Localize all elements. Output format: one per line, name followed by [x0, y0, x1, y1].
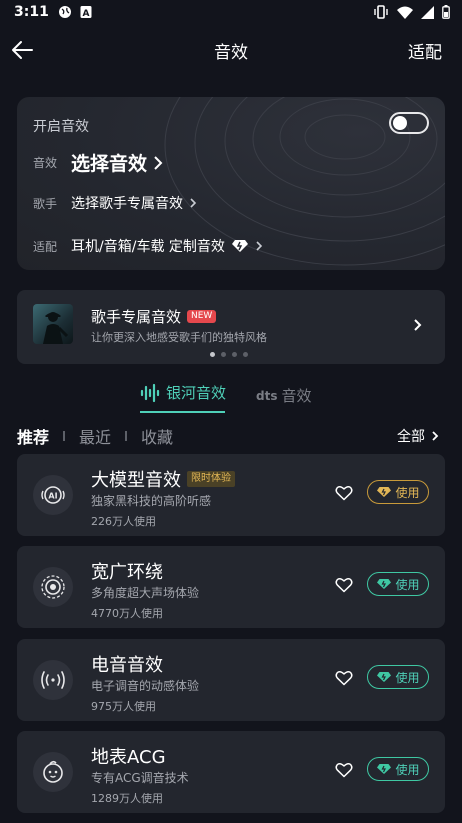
adapt-device-row[interactable]: 适配 耳机/音箱/车载 定制音效: [33, 236, 263, 256]
effect-card[interactable]: AI 大模型音效 限时体验 独家黑科技的高阶听感 226万人使用 使用: [17, 454, 445, 536]
singer-value: 选择歌手专属音效: [71, 196, 184, 212]
sound-effect-card: 开启音效 音效 选择音效 歌手 选择歌手专属音效 适配 耳机/音箱/车载 定制音…: [17, 97, 445, 270]
vip-diamond-icon: [376, 578, 392, 590]
page-dot: [232, 352, 237, 357]
banner-thumbnail: [33, 304, 73, 344]
effect-user-count: 4770万人使用: [91, 607, 163, 620]
use-button[interactable]: 使用: [367, 480, 429, 504]
effect-description: 电子调音的动感体验: [91, 679, 200, 693]
heart-icon[interactable]: [335, 577, 353, 593]
toggle-knob: [393, 116, 407, 130]
limited-trial-badge: 限时体验: [187, 471, 235, 487]
font-icon: A: [80, 6, 92, 19]
enable-effect-label: 开启音效: [33, 119, 89, 135]
page-dot: [243, 352, 248, 357]
dts-logo: dts: [256, 388, 278, 403]
category-tabs: 推荐 最近 收藏 全部: [17, 424, 445, 448]
battery-icon: [442, 5, 450, 19]
wifi-icon: [397, 6, 413, 19]
tab-dts-effect[interactable]: dts 音效: [256, 385, 311, 406]
tab-favorites[interactable]: 收藏: [141, 424, 173, 448]
effect-name: 宽广环绕: [91, 562, 163, 583]
active-tab-underline: [140, 411, 225, 413]
new-badge: NEW: [187, 310, 217, 323]
effect-label: 音效: [33, 156, 58, 170]
effect-source-tabs: 银河音效 dts 音效: [0, 382, 462, 414]
use-button[interactable]: 使用: [367, 572, 429, 596]
chevron-right-icon: [432, 431, 439, 441]
effect-user-count: 975万人使用: [91, 700, 156, 713]
top-bar: 音效 适配: [0, 30, 462, 70]
enable-effect-toggle[interactable]: [389, 112, 429, 134]
adapt-label: 适配: [33, 239, 58, 254]
vip-diamond-icon: [376, 671, 392, 683]
svg-text:A: A: [83, 9, 90, 19]
effect-card[interactable]: 宽广环绕 多角度超大声场体验 4770万人使用 使用: [17, 546, 445, 628]
effect-name: 地表ACG: [91, 747, 166, 768]
chevron-right-icon: [255, 240, 263, 252]
page-dot: [210, 352, 215, 357]
vip-diamond-icon: [376, 763, 392, 775]
signal-icon: [421, 5, 434, 19]
effect-value: 选择音效: [71, 153, 148, 175]
tab-recommend[interactable]: 推荐: [17, 424, 49, 448]
use-button[interactable]: 使用: [367, 665, 429, 689]
banner-pagination: [210, 352, 248, 357]
effect-name: 大模型音效 限时体验: [91, 466, 235, 492]
heart-icon[interactable]: [335, 762, 353, 778]
vip-diamond-icon: [376, 486, 392, 498]
use-button[interactable]: 使用: [367, 757, 429, 781]
adapt-button[interactable]: 适配: [408, 38, 442, 63]
effect-description: 多角度超大声场体验: [91, 586, 200, 600]
page-dot: [221, 352, 226, 357]
singer-label: 歌手: [33, 196, 58, 211]
status-time: 3:11: [14, 4, 49, 20]
heart-icon[interactable]: [335, 670, 353, 686]
effect-user-count: 226万人使用: [91, 515, 156, 528]
effect-card[interactable]: 电音音效 电子调音的动感体验 975万人使用 使用: [17, 639, 445, 721]
effect-description: 专有ACG调音技术: [91, 771, 189, 785]
tab-recent[interactable]: 最近: [79, 424, 111, 448]
vibrate-icon: [374, 5, 388, 19]
select-singer-row[interactable]: 歌手 选择歌手专属音效: [33, 193, 197, 213]
select-effect-row[interactable]: 音效 选择音效: [33, 149, 163, 176]
effect-name: 电音音效: [91, 655, 163, 676]
galaxy-waveform-icon: [140, 383, 160, 402]
banner-title: 歌手专属音效 NEW: [91, 306, 217, 327]
tab-divider: [63, 431, 66, 441]
page-title: 音效: [214, 43, 248, 63]
chevron-right-icon: [153, 155, 163, 171]
tab-divider: [125, 431, 128, 441]
surround-icon: [33, 567, 73, 607]
svg-text:AI: AI: [48, 492, 57, 501]
adapt-value: 耳机/音箱/车载 定制音效: [71, 239, 225, 255]
effect-description: 独家黑科技的高阶听感: [91, 494, 212, 508]
ai-icon: AI: [33, 475, 73, 515]
effect-user-count: 1289万人使用: [91, 792, 163, 805]
effect-card[interactable]: 地表ACG 专有ACG调音技术 1289万人使用 使用: [17, 731, 445, 813]
chevron-right-icon: [414, 319, 422, 331]
vip-diamond-icon: [231, 239, 249, 253]
tab-galaxy-effect[interactable]: 银河音效: [140, 382, 226, 403]
anime-face-icon: [33, 752, 73, 792]
chevron-right-icon: [189, 197, 197, 209]
sound-wave-icon: [33, 660, 73, 700]
view-all-button[interactable]: 全部: [397, 426, 441, 446]
status-bar: 3:11 A: [0, 0, 462, 26]
heart-icon[interactable]: [335, 485, 353, 501]
globe-icon: [59, 6, 71, 18]
banner-subtitle: 让你更深入地感受歌手们的独特风格: [91, 331, 267, 344]
